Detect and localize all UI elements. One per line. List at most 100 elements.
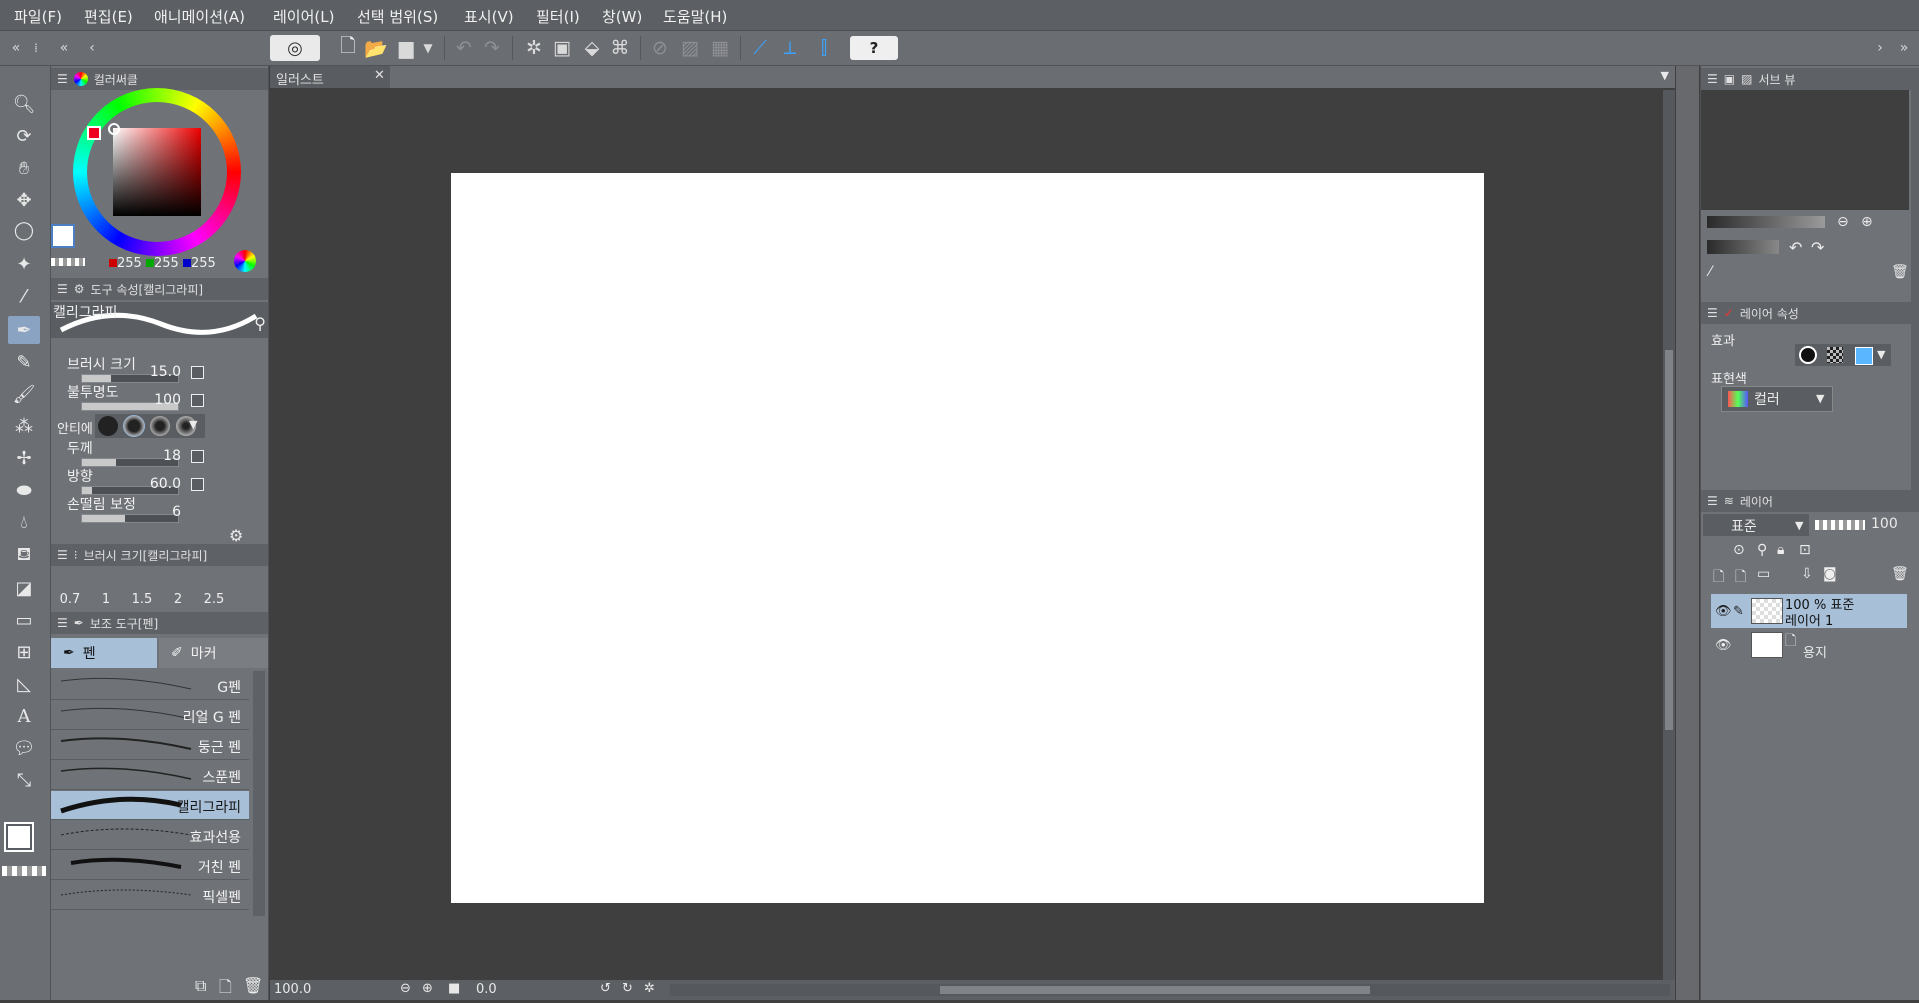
rotate-right-icon[interactable]: ↻: [622, 981, 633, 996]
ruler-snap-icon[interactable]: ⟋: [746, 34, 774, 62]
menu-icon[interactable]: ☰: [57, 548, 68, 562]
layer-row[interactable]: 👁︎ ✎ 100 % 표준 레이어 1: [1711, 594, 1907, 629]
blend-icon[interactable]: 💧︎: [8, 508, 40, 536]
eyedropper-icon[interactable]: ⁄: [8, 282, 40, 310]
main-color-swatch[interactable]: [4, 822, 34, 852]
eyedropper-icon[interactable]: ⁄: [1709, 264, 1711, 280]
sub-tool-scrollbar[interactable]: [253, 671, 265, 916]
magnify-icon[interactable]: ⚲: [254, 314, 266, 333]
rotation-value[interactable]: 0.0: [476, 982, 497, 997]
menu-view[interactable]: 표시(V): [464, 6, 514, 27]
menu-file[interactable]: 파일(F): [14, 6, 62, 27]
list-item[interactable]: G펜: [51, 671, 249, 700]
list-item[interactable]: 효과선용: [51, 821, 249, 850]
transparent-color-swatch[interactable]: [2, 866, 46, 876]
main-color-chip[interactable]: [51, 224, 75, 248]
pencil-icon[interactable]: ✎: [8, 348, 40, 376]
chevron-left-icon[interactable]: ‹: [78, 34, 106, 62]
lock-transparent-icon[interactable]: ⊡: [1799, 542, 1811, 558]
decoration-icon[interactable]: ✢: [8, 444, 40, 472]
transparent-chip[interactable]: [51, 258, 85, 266]
list-item[interactable]: 거친 펜: [51, 851, 249, 880]
mask-icon[interactable]: ◙: [1823, 566, 1837, 582]
zoom-out-icon[interactable]: ⊖: [1837, 214, 1849, 230]
merge-down-icon[interactable]: ⇩: [1801, 566, 1813, 582]
brush-icon[interactable]: 🖌︎: [8, 380, 40, 408]
close-icon[interactable]: ✕: [374, 68, 385, 83]
thickness-toggle[interactable]: [191, 450, 204, 463]
pen-icon[interactable]: ✒︎: [8, 316, 40, 344]
new-sub-tool-icon[interactable]: 🗋: [219, 976, 232, 1003]
visibility-eye-icon[interactable]: 👁︎: [1715, 638, 1732, 653]
rotate-right-icon[interactable]: ↷: [1811, 238, 1824, 257]
menu-window[interactable]: 창(W): [602, 6, 642, 27]
brush-size-option[interactable]: 0.7: [53, 592, 87, 607]
rotate-left-icon[interactable]: ↺: [600, 981, 611, 996]
delete-sub-tool-icon[interactable]: 🗑: [243, 976, 263, 995]
list-item[interactable]: 캘리그라피: [51, 791, 249, 820]
right-panel-scrollbar[interactable]: [1911, 90, 1919, 490]
drawing-canvas[interactable]: [451, 173, 1484, 903]
transform-icon[interactable]: ▣: [548, 34, 576, 62]
ruler-icon[interactable]: ◺: [8, 670, 40, 698]
reset-rotation-icon[interactable]: ✲: [644, 981, 655, 996]
menu-icon[interactable]: ☰: [57, 282, 68, 296]
menu-icon[interactable]: ☰: [1707, 72, 1718, 86]
stabilization-value[interactable]: 6: [141, 504, 181, 520]
brush-size-tab[interactable]: ☰ ⁝ 브러시 크기[캘리그라피]: [51, 544, 268, 566]
reference-icon[interactable]: ⚲: [1757, 542, 1767, 558]
zoom-in-icon[interactable]: ⊕: [422, 981, 433, 996]
eraser-icon[interactable]: ⬬: [8, 476, 40, 504]
thickness-value[interactable]: 18: [141, 448, 181, 464]
tab-dropdown-icon[interactable]: ▼: [1661, 69, 1669, 82]
clip-icon[interactable]: ⊙: [1733, 542, 1745, 558]
layer-tab[interactable]: ☰ ≋ 레이어: [1701, 490, 1919, 512]
navigator-rotate-slider[interactable]: [1707, 240, 1779, 254]
delete-layer-icon[interactable]: 🗑: [1891, 566, 1909, 582]
menu-icon[interactable]: ☰: [57, 72, 68, 86]
canvas-horizontal-scrollbar[interactable]: [670, 984, 1670, 996]
menu-animation[interactable]: 애니메이션(A): [154, 6, 245, 27]
menu-edit[interactable]: 편집(E): [84, 6, 133, 27]
sub-view-tab[interactable]: ☰ ▣ ▨ 서브 뷰: [1701, 68, 1919, 90]
menu-icon[interactable]: ☰: [1707, 494, 1718, 508]
brush-size-option[interactable]: 2: [161, 592, 195, 607]
fit-icon[interactable]: ■: [448, 981, 460, 996]
menu-icon[interactable]: ☰: [57, 616, 68, 630]
direction-value[interactable]: 60.0: [141, 476, 181, 492]
menu-help[interactable]: 도움말(H): [663, 6, 727, 27]
navigator-zoom-slider[interactable]: [1707, 216, 1825, 228]
expression-color-select[interactable]: 컬러 ▼: [1721, 386, 1833, 412]
open-folder-icon[interactable]: 📂: [362, 34, 390, 62]
undo-icon[interactable]: ↶: [450, 34, 478, 62]
clear-selection-icon[interactable]: ✲: [520, 34, 548, 62]
navigator-preview[interactable]: [1701, 90, 1909, 210]
brush-size-pressure-toggle[interactable]: [191, 366, 204, 379]
clip-studio-logo-icon[interactable]: ◎: [270, 35, 320, 61]
saturation-value-square[interactable]: [113, 128, 201, 216]
new-folder-icon[interactable]: ▭: [1757, 566, 1770, 582]
layer-property-tab[interactable]: ☰ ✓ 레이어 속성: [1701, 302, 1919, 324]
canvas-vertical-scrollbar[interactable]: [1663, 90, 1675, 980]
lock-icon[interactable]: 🔒︎: [1777, 542, 1784, 558]
sub-tool-group-pen[interactable]: ✒ 펜: [51, 638, 157, 668]
double-chevron-left-icon[interactable]: «: [50, 34, 78, 62]
delete-icon[interactable]: 🗑: [1891, 264, 1909, 280]
move-layer-icon[interactable]: ✥: [8, 186, 40, 214]
effect-buttons[interactable]: ▼: [1795, 344, 1891, 366]
new-file-icon[interactable]: 🗋: [334, 34, 362, 62]
text-icon[interactable]: A: [8, 702, 40, 730]
color-mode-icon[interactable]: [234, 250, 256, 272]
layer-row[interactable]: 👁︎ 🗋 용지: [1711, 628, 1907, 662]
figure-icon[interactable]: ▭: [8, 606, 40, 634]
sub-tool-tab[interactable]: ☰ ✒ 보조 도구[펜]: [51, 612, 268, 634]
hand-icon[interactable]: ✋︎: [8, 154, 40, 182]
menu-selection[interactable]: 선택 범위(S): [357, 6, 438, 27]
lasso-icon[interactable]: ◯: [8, 216, 40, 244]
list-item[interactable]: 스푼펜: [51, 761, 249, 790]
brush-size-option[interactable]: 1: [89, 592, 123, 607]
redo-icon[interactable]: ↷: [478, 34, 506, 62]
menu-filter[interactable]: 필터(I): [536, 6, 580, 27]
zoom-value[interactable]: 100.0: [274, 982, 311, 997]
zoom-in-icon[interactable]: ⊕: [1861, 214, 1873, 230]
